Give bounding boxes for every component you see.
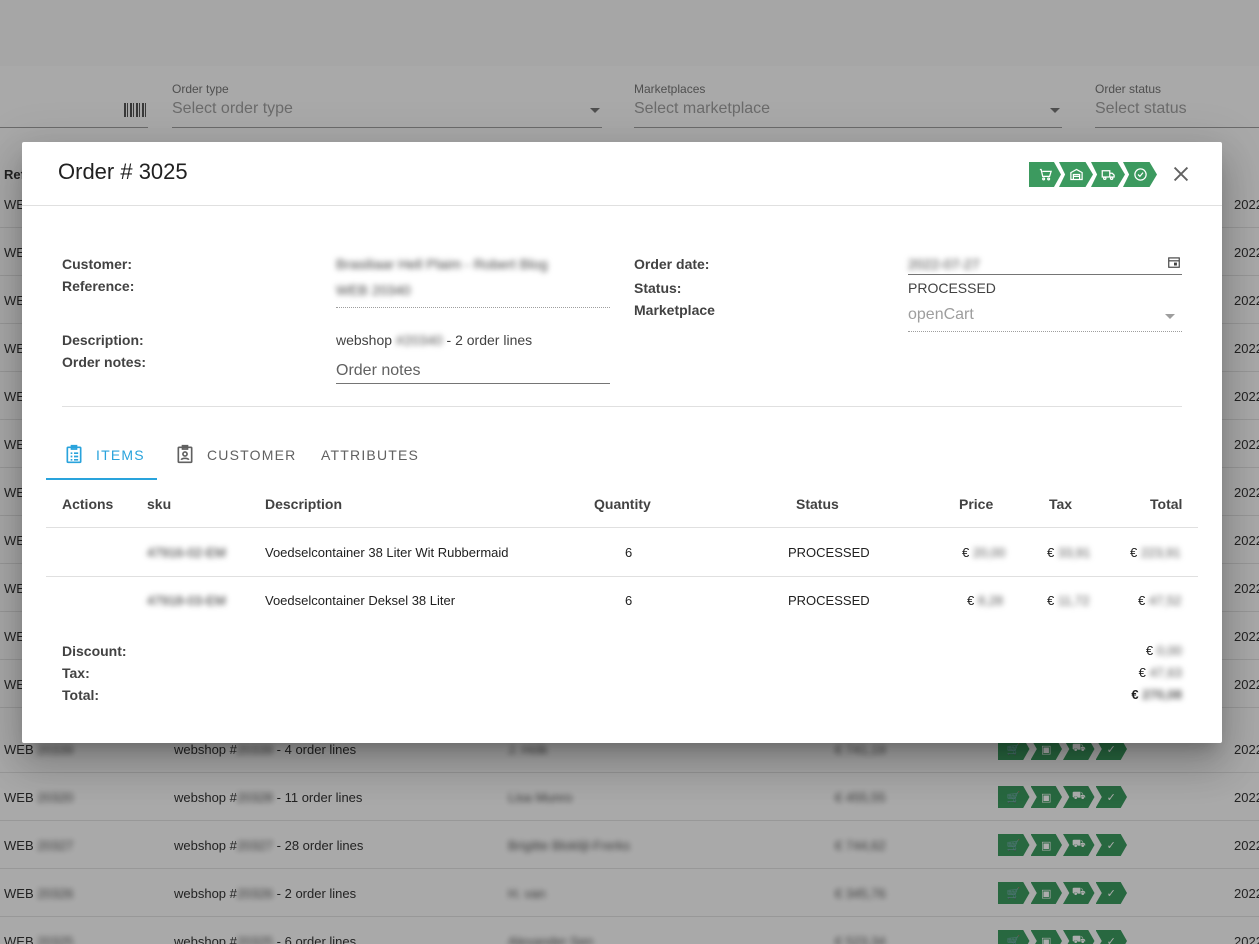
status-label: Status: [634, 280, 682, 296]
truck-icon [1091, 162, 1125, 187]
order-date-underline [908, 274, 1182, 275]
dialog-title: Order # 3025 [58, 159, 188, 184]
description-label: Description: [62, 332, 144, 348]
item-description: Voedselcontainer 38 Liter Wit Rubbermaid [265, 545, 509, 560]
close-button[interactable] [1170, 163, 1192, 185]
column-header-status: Status [796, 496, 839, 512]
order-status-chain [1029, 162, 1157, 187]
warehouse-icon [1059, 162, 1093, 187]
contact-badge-icon [177, 444, 193, 464]
clipboard-list-icon [66, 444, 82, 464]
item-status: PROCESSED [788, 545, 870, 560]
reference-label: Reference: [62, 278, 135, 294]
item-status: PROCESSED [788, 593, 870, 608]
tab-items-label: ITEMS [96, 447, 145, 463]
total-value: € 270,08 [1131, 687, 1182, 702]
item-description: Voedselcontainer Deksel 38 Liter [265, 593, 456, 608]
order-notes-underline [336, 383, 610, 384]
discount-label: Discount: [62, 643, 127, 659]
customer-value: Brasiliaar Hell Plaim - Robert Blog [336, 256, 548, 272]
check-circle-icon [1123, 162, 1157, 187]
column-header-description: Description [265, 496, 343, 512]
marketplace-select[interactable]: openCart [908, 306, 974, 324]
table-header-divider [46, 527, 1198, 528]
column-header-sku: sku [147, 496, 172, 512]
order-notes-input[interactable] [336, 357, 610, 385]
status-value: PROCESSED [908, 280, 996, 296]
section-divider [62, 406, 1182, 407]
item-tax: € 11,72 [1047, 593, 1090, 608]
description-value: webshop #20340 - 2 order lines [336, 332, 533, 348]
table-row-divider [46, 576, 1198, 577]
active-tab-indicator [46, 478, 157, 480]
order-notes-label: Order notes: [62, 354, 147, 370]
column-header-tax: Tax [1049, 496, 1073, 512]
item-tax: € 33,91 [1047, 545, 1091, 560]
column-header-price: Price [959, 496, 994, 512]
marketplace-underline [908, 331, 1182, 332]
item-total: € 47,52 [1138, 593, 1182, 608]
tab-customer-label: CUSTOMER [207, 447, 297, 463]
customer-label: Customer: [62, 256, 133, 272]
reference-underline [336, 307, 610, 308]
order-dialog: Order # 3025 Customer: Brasiliaar Hell P… [22, 142, 1222, 743]
tab-attributes-label: ATTRIBUTES [321, 447, 420, 463]
tax-value: € 47,63 [1138, 665, 1182, 680]
marketplace-label: Marketplace [634, 302, 715, 318]
item-quantity: 6 [625, 545, 633, 560]
column-header-actions: Actions [62, 496, 114, 512]
item-price: € 20,00 [962, 545, 1006, 560]
chevron-down-icon [1165, 314, 1175, 319]
close-icon [1173, 166, 1189, 182]
calendar-icon[interactable] [1167, 255, 1181, 269]
header-divider [22, 205, 1222, 206]
reference-value: WEB 20340 [336, 282, 411, 298]
tab-attributes[interactable]: ATTRIBUTES [321, 442, 419, 480]
column-header-quantity: Quantity [594, 496, 651, 512]
discount-value: € 0,00 [1145, 643, 1182, 658]
tax-label: Tax: [62, 665, 90, 681]
item-total: € 223,91 [1130, 545, 1181, 560]
cart-icon [1029, 162, 1061, 187]
item-quantity: 6 [625, 593, 633, 608]
tab-items[interactable]: ITEMS [64, 442, 145, 480]
column-header-total: Total [1150, 496, 1183, 512]
order-date-label: Order date: [634, 256, 710, 272]
item-sku: 47916-02-EM [147, 545, 226, 560]
total-label: Total: [62, 687, 100, 703]
item-sku: 47918-03-EM [147, 593, 226, 608]
item-price: € 8,28 [967, 593, 1004, 608]
tab-customer[interactable]: CUSTOMER [175, 442, 296, 480]
order-date-value[interactable]: 2022-07-27 [908, 256, 980, 272]
